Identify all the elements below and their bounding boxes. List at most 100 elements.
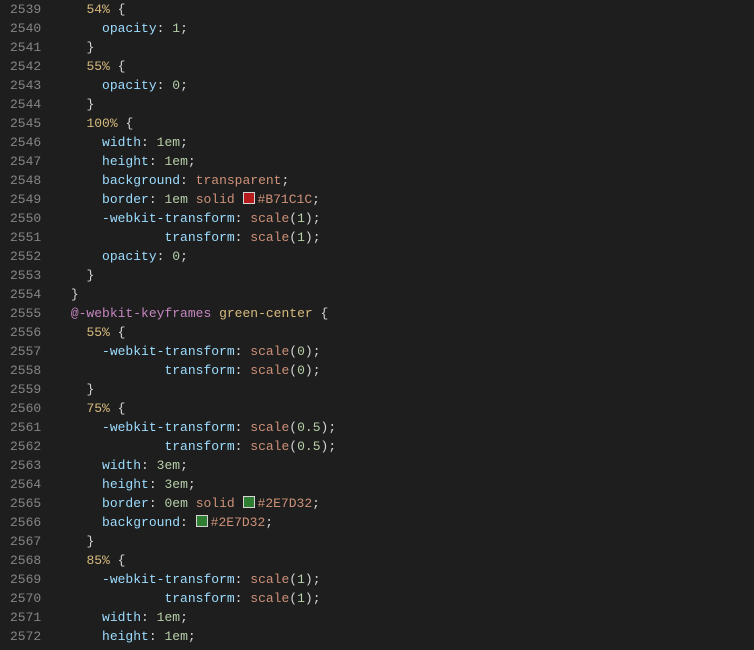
token-prop: border bbox=[102, 496, 149, 511]
token-punct: : bbox=[180, 173, 188, 188]
code-line[interactable]: transform: scale(1); bbox=[55, 589, 754, 608]
line-number: 2546 bbox=[10, 133, 41, 152]
code-line[interactable]: width: 3em; bbox=[55, 456, 754, 475]
code-line[interactable]: background: transparent; bbox=[55, 171, 754, 190]
code-line[interactable]: -webkit-transform: scale(1); bbox=[55, 209, 754, 228]
token-num: 1 bbox=[172, 21, 180, 36]
line-number: 2561 bbox=[10, 418, 41, 437]
token-punct: : bbox=[235, 572, 243, 587]
token-punct: ; bbox=[313, 211, 321, 226]
code-line[interactable]: 54% { bbox=[55, 0, 754, 19]
code-line[interactable]: } bbox=[55, 38, 754, 57]
token-num: 1em bbox=[157, 135, 180, 150]
token-punct: ) bbox=[305, 591, 313, 606]
code-line[interactable]: 55% { bbox=[55, 323, 754, 342]
line-number: 2549 bbox=[10, 190, 41, 209]
token-num: 1em bbox=[164, 192, 187, 207]
color-swatch-icon[interactable] bbox=[243, 496, 255, 508]
token-punct: : bbox=[235, 230, 243, 245]
token-punct: : bbox=[149, 629, 157, 644]
token-prop: transform bbox=[164, 439, 234, 454]
token-ident: scale bbox=[250, 591, 289, 606]
token-brace: { bbox=[125, 116, 133, 131]
token-num: 0em bbox=[164, 496, 187, 511]
token-selector: 100% bbox=[86, 116, 117, 131]
token-punct: : bbox=[235, 439, 243, 454]
code-line[interactable]: -webkit-transform: scale(1); bbox=[55, 570, 754, 589]
token-punct: : bbox=[235, 344, 243, 359]
line-number: 2550 bbox=[10, 209, 41, 228]
token-punct: ; bbox=[188, 629, 196, 644]
token-ident: scale bbox=[250, 439, 289, 454]
token-punct: : bbox=[141, 458, 149, 473]
line-number: 2559 bbox=[10, 380, 41, 399]
token-punct: : bbox=[157, 249, 165, 264]
line-number: 2552 bbox=[10, 247, 41, 266]
code-area[interactable]: 54% { opacity: 1; } 55% { opacity: 0; } … bbox=[55, 0, 754, 650]
color-swatch-icon[interactable] bbox=[196, 515, 208, 527]
token-punct: ; bbox=[313, 230, 321, 245]
token-prop: opacity bbox=[102, 249, 157, 264]
code-line[interactable]: opacity: 0; bbox=[55, 247, 754, 266]
code-line[interactable]: 85% { bbox=[55, 551, 754, 570]
code-line[interactable]: -webkit-transform: scale(0); bbox=[55, 342, 754, 361]
code-line[interactable]: border: 0em solid #2E7D32; bbox=[55, 494, 754, 513]
token-brace: { bbox=[118, 59, 126, 74]
code-line[interactable]: height: 1em; bbox=[55, 627, 754, 646]
token-punct: : bbox=[149, 192, 157, 207]
code-line[interactable]: 100% { bbox=[55, 114, 754, 133]
token-color: #B71C1C bbox=[258, 192, 313, 207]
token-punct: ( bbox=[289, 572, 297, 587]
code-line[interactable]: height: 1em; bbox=[55, 152, 754, 171]
token-punct: ; bbox=[313, 572, 321, 587]
code-line[interactable]: transform: scale(0.5); bbox=[55, 437, 754, 456]
color-swatch-icon[interactable] bbox=[243, 192, 255, 204]
code-line[interactable]: opacity: 0; bbox=[55, 76, 754, 95]
token-num: 3em bbox=[157, 458, 180, 473]
code-line[interactable]: transform: scale(0); bbox=[55, 361, 754, 380]
line-number: 2553 bbox=[10, 266, 41, 285]
code-line[interactable]: } bbox=[55, 95, 754, 114]
line-number: 2572 bbox=[10, 627, 41, 646]
token-punct: ; bbox=[180, 249, 188, 264]
token-prop: width bbox=[102, 135, 141, 150]
code-editor[interactable]: 2539254025412542254325442545254625472548… bbox=[0, 0, 754, 650]
token-prop: border bbox=[102, 192, 149, 207]
token-punct: ; bbox=[180, 135, 188, 150]
code-line[interactable]: 55% { bbox=[55, 57, 754, 76]
code-line[interactable]: transform: scale(1); bbox=[55, 228, 754, 247]
token-punct: ( bbox=[289, 439, 297, 454]
code-line[interactable]: height: 3em; bbox=[55, 475, 754, 494]
line-number: 2541 bbox=[10, 38, 41, 57]
line-number: 2567 bbox=[10, 532, 41, 551]
code-line[interactable]: @-webkit-keyframes green-center { bbox=[55, 304, 754, 323]
token-brace: } bbox=[86, 534, 94, 549]
token-ident: solid bbox=[196, 496, 235, 511]
token-punct: : bbox=[235, 420, 243, 435]
code-line[interactable]: 75% { bbox=[55, 399, 754, 418]
token-keyword: @-webkit-keyframes bbox=[71, 306, 211, 321]
code-line[interactable]: border: 1em solid #B71C1C; bbox=[55, 190, 754, 209]
token-punct: ; bbox=[180, 21, 188, 36]
token-punct: ; bbox=[282, 173, 290, 188]
code-line[interactable]: width: 1em; bbox=[55, 133, 754, 152]
token-selector: 55% bbox=[86, 325, 109, 340]
code-line[interactable]: opacity: 1; bbox=[55, 19, 754, 38]
token-punct: : bbox=[141, 610, 149, 625]
code-line[interactable]: } bbox=[55, 285, 754, 304]
line-number: 2543 bbox=[10, 76, 41, 95]
code-line[interactable]: width: 1em; bbox=[55, 608, 754, 627]
code-line[interactable]: } bbox=[55, 380, 754, 399]
line-number: 2554 bbox=[10, 285, 41, 304]
token-punct: ; bbox=[328, 420, 336, 435]
token-color: #2E7D32 bbox=[211, 515, 266, 530]
token-brace: } bbox=[86, 382, 94, 397]
code-line[interactable]: } bbox=[55, 532, 754, 551]
code-line[interactable]: } bbox=[55, 266, 754, 285]
code-line[interactable]: background: #2E7D32; bbox=[55, 513, 754, 532]
token-num: 0 bbox=[297, 344, 305, 359]
line-number: 2566 bbox=[10, 513, 41, 532]
code-line[interactable]: -webkit-transform: scale(0.5); bbox=[55, 418, 754, 437]
line-number: 2555 bbox=[10, 304, 41, 323]
token-punct: ) bbox=[305, 344, 313, 359]
